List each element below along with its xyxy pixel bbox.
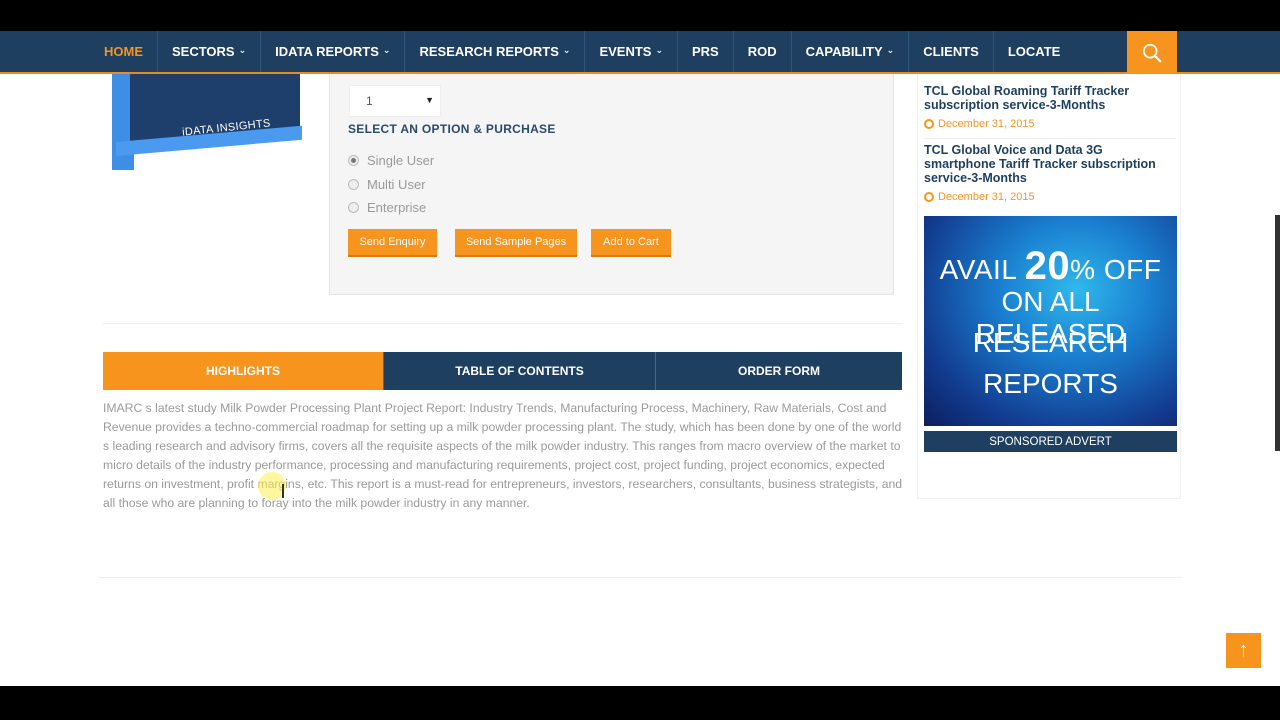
top-black-bar: [0, 0, 1280, 31]
purchase-options-title: SELECT AN OPTION & PURCHASE: [348, 122, 556, 136]
ad-line-4: REPORTS: [983, 368, 1118, 399]
license-enterprise[interactable]: Enterprise: [348, 200, 426, 215]
discount-ad-banner[interactable]: AVAIL 20% OFF ON ALL RELEASED RESEARCH R…: [924, 216, 1177, 426]
sidebar: TCL Global Roaming Tariff Tracker subscr…: [917, 74, 1181, 499]
add-to-cart-button[interactable]: Add to Cart: [591, 229, 671, 257]
nav-label: LOCATE: [1007, 44, 1061, 59]
clock-icon: [924, 192, 934, 202]
ad-text: % OFF: [1070, 254, 1162, 285]
ad-line-1: AVAIL 20% OFF: [924, 244, 1177, 289]
dropdown-arrow-icon: ▼: [425, 95, 434, 105]
nav-label: IDATA REPORTS: [275, 44, 379, 59]
nav-label: SECTORS: [172, 44, 235, 59]
search-icon: [1142, 43, 1162, 62]
highlights-description: IMARC s latest study Milk Powder Process…: [103, 401, 903, 510]
nav-rod[interactable]: ROD: [734, 31, 792, 72]
date-text: December 31, 2015: [938, 191, 1035, 203]
nav-label: RESEARCH REPORTS: [419, 44, 559, 59]
search-button[interactable]: [1127, 31, 1177, 74]
sidebar-report-item[interactable]: TCL Global Voice and Data 3G smartphone …: [924, 143, 1176, 203]
sponsored-advert-label: SPONSORED ADVERT: [924, 431, 1177, 452]
nav-locate[interactable]: LOCATE: [994, 31, 1074, 72]
divider: [103, 323, 903, 324]
sidebar-report-title[interactable]: TCL Global Roaming Tariff Tracker subscr…: [924, 84, 1176, 112]
tab-highlights[interactable]: HIGHLIGHTS: [103, 352, 384, 390]
clock-icon: [924, 119, 934, 129]
nav-clients[interactable]: CLIENTS: [909, 31, 994, 72]
tab-table-of-contents[interactable]: TABLE OF CONTENTS: [384, 352, 656, 390]
page-content: iDATA INSIGHTS 1 ▼ SELECT AN OPTION & PU…: [0, 74, 1280, 686]
navbar-right-strip: [1177, 31, 1280, 72]
nav-label: CLIENTS: [923, 44, 979, 59]
license-multi-user[interactable]: Multi User: [348, 177, 426, 192]
nav-sectors[interactable]: SECTORS ⌄: [158, 31, 262, 72]
license-single-user[interactable]: Single User: [348, 153, 434, 168]
product-box-image: iDATA INSIGHTS: [112, 74, 302, 172]
sidebar-report-date: December 31, 2015: [924, 118, 1176, 130]
text-cursor-icon: [282, 484, 284, 498]
right-edge-strip: [1275, 215, 1280, 451]
radio-button[interactable]: [348, 179, 359, 190]
main-navbar: HOME SECTORS ⌄ IDATA REPORTS ⌄ RESEARCH RE…: [0, 31, 1280, 74]
nav-items: HOME SECTORS ⌄ IDATA REPORTS ⌄ RESEARCH RE…: [90, 31, 1074, 72]
radio-label: Enterprise: [367, 200, 427, 215]
chevron-down-icon: ⌄: [382, 45, 391, 55]
nav-label: CAPABILITY: [805, 44, 883, 59]
tab-order-form[interactable]: ORDER FORM: [656, 352, 902, 390]
divider: [924, 138, 1176, 139]
sidebar-report-date: December 31, 2015: [924, 191, 1176, 203]
sidebar-report-title[interactable]: TCL Global Voice and Data 3G smartphone …: [924, 143, 1176, 185]
nav-idata-reports[interactable]: IDATA REPORTS ⌄: [261, 31, 406, 72]
report-tabs: HIGHLIGHTS TABLE OF CONTENTS ORDER FORM: [103, 352, 902, 390]
nav-label: PRS: [692, 44, 719, 59]
nav-events[interactable]: EVENTS ⌄: [585, 31, 678, 72]
arrow-up-icon: ↑: [1238, 639, 1249, 661]
radio-label: Single User: [367, 153, 435, 168]
nav-label: ROD: [747, 44, 777, 59]
bottom-black-bar: [0, 686, 1280, 720]
chevron-down-icon: ⌄: [562, 45, 571, 55]
send-enquiry-button[interactable]: Send Enquiry: [348, 229, 437, 257]
ad-percent: 20: [1024, 244, 1071, 288]
quantity-select[interactable]: 1 ▼: [349, 85, 441, 117]
purchase-options-panel: 1 ▼ SELECT AN OPTION & PURCHASE Single U…: [329, 74, 894, 295]
send-sample-pages-button[interactable]: Send Sample Pages: [455, 229, 577, 257]
nav-label: EVENTS: [599, 44, 652, 59]
chevron-down-icon: ⌄: [655, 45, 663, 55]
scroll-to-top-button[interactable]: ↑: [1226, 633, 1261, 668]
nav-label: HOME: [104, 44, 143, 59]
divider: [98, 577, 1183, 578]
ad-text: AVAIL: [939, 254, 1017, 285]
radio-button[interactable]: [348, 155, 359, 166]
nav-home[interactable]: HOME: [90, 31, 158, 72]
sidebar-report-item[interactable]: TCL Global Roaming Tariff Tracker subscr…: [924, 84, 1176, 130]
chevron-down-icon: ⌄: [238, 45, 247, 55]
radio-label: Multi User: [367, 177, 426, 192]
quantity-value: 1: [366, 94, 373, 108]
nav-prs[interactable]: PRS: [678, 31, 734, 72]
date-text: December 31, 2015: [938, 118, 1035, 130]
ad-line-3: RESEARCH: [972, 327, 1129, 358]
nav-research-reports[interactable]: RESEARCH REPORTS ⌄: [405, 31, 586, 72]
radio-button[interactable]: [348, 202, 359, 213]
chevron-down-icon: ⌄: [886, 45, 895, 55]
nav-capability[interactable]: CAPABILITY ⌄: [792, 31, 910, 72]
